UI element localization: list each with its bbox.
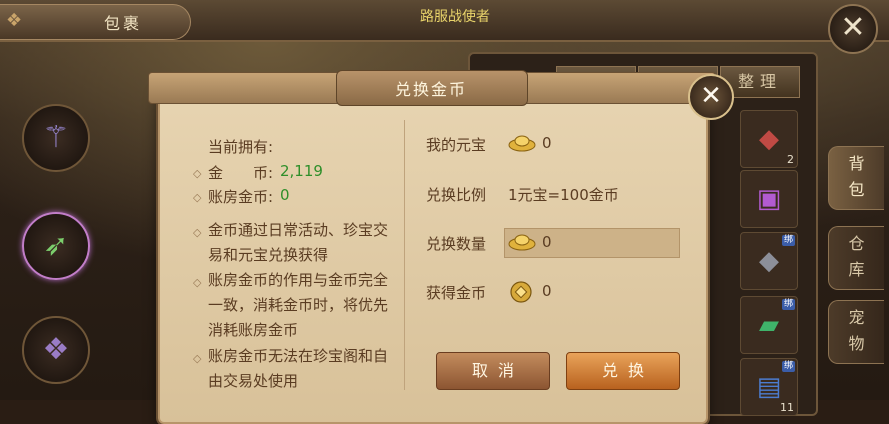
cancel-button[interactable]: 取消 xyxy=(436,352,550,390)
equipment-slot-staff[interactable]: ⚚ xyxy=(22,104,90,172)
yuanbao-ingot-icon xyxy=(508,135,536,152)
bow-icon: ➶ xyxy=(43,228,69,263)
inventory-cell[interactable]: ▤ 11 绑 xyxy=(740,358,798,416)
close-icon[interactable]: ✕ xyxy=(828,4,878,54)
close-icon[interactable]: ✕ xyxy=(688,74,734,120)
ore-icon: ◆ xyxy=(759,124,779,154)
item-count: 11 xyxy=(780,401,794,414)
exchange-quantity-value[interactable]: 0 xyxy=(542,233,552,251)
note-account-gold-usage: 账房金币的作用与金币完全一致，消耗金币时，将优先消耗账房金币 xyxy=(208,271,389,339)
yuanbao-ingot-icon xyxy=(508,234,536,251)
gold-value: 2,119 xyxy=(280,162,323,180)
gold-label: 金 币: xyxy=(208,164,274,182)
bound-badge: 绑 xyxy=(781,361,795,372)
gold-coin-icon xyxy=(510,281,532,303)
staff-icon: ⚚ xyxy=(42,120,70,155)
bag-title: 包裹 xyxy=(104,14,143,33)
exchange-rate-label: 兑换比例 xyxy=(426,186,487,204)
inventory-cell[interactable]: ◆ 绑 xyxy=(740,232,798,290)
stone-icon: ◆ xyxy=(759,246,779,276)
exchange-quantity-label: 兑换数量 xyxy=(426,235,487,253)
diamond-bullet-icon: ◇ xyxy=(193,352,202,365)
current-holdings-title: 当前拥有: xyxy=(208,138,274,156)
bound-badge: 绑 xyxy=(781,299,795,310)
dialog-title: 兑换金币 xyxy=(394,80,467,99)
side-tab-bag[interactable]: 背 包 xyxy=(828,146,884,210)
diamond-bullet-icon: ◇ xyxy=(193,226,202,239)
dialog-divider xyxy=(404,120,405,390)
my-yuanbao-label: 我的元宝 xyxy=(426,136,487,154)
bag-title-plate xyxy=(0,4,191,40)
chest-icon: ▣ xyxy=(756,184,782,214)
ornament-icon: ❖ xyxy=(6,10,23,31)
side-tab-pet[interactable]: 宠 物 xyxy=(828,300,884,364)
my-yuanbao-value: 0 xyxy=(542,134,552,152)
side-tab-warehouse[interactable]: 仓 库 xyxy=(828,226,884,290)
obtained-gold-value: 0 xyxy=(542,282,552,300)
exchange-rate-value: 1元宝=100金币 xyxy=(508,186,619,204)
diamond-bullet-icon: ◇ xyxy=(193,167,202,180)
exchange-button[interactable]: 兑换 xyxy=(566,352,680,390)
book-icon: ▤ xyxy=(756,372,782,402)
armor-icon: ❖ xyxy=(42,332,70,367)
account-gold-label: 账房金币: xyxy=(208,188,274,206)
inventory-cell[interactable]: ▰ 绑 xyxy=(740,296,798,354)
diamond-bullet-icon: ◇ xyxy=(193,191,202,204)
note-account-gold-restriction: 账房金币无法在珍宝阁和自由交易处使用 xyxy=(208,347,389,390)
inventory-cell[interactable]: ◆ 2 xyxy=(740,110,798,168)
inventory-cell[interactable]: ▣ xyxy=(740,170,798,228)
scroll-icon: ▰ xyxy=(759,310,779,340)
note-gold-source: 金币通过日常活动、珍宝交易和元宝兑换获得 xyxy=(208,221,389,264)
obtained-gold-label: 获得金币 xyxy=(426,284,487,302)
diamond-bullet-icon: ◇ xyxy=(193,276,202,289)
item-count: 2 xyxy=(787,153,794,166)
account-gold-value: 0 xyxy=(280,186,290,204)
equipment-slot-armor[interactable]: ❖ xyxy=(22,316,90,384)
bound-badge: 绑 xyxy=(781,235,795,246)
server-name: 路服战使者 xyxy=(420,9,490,25)
equipment-slot-bow[interactable]: ➶ xyxy=(22,212,90,280)
